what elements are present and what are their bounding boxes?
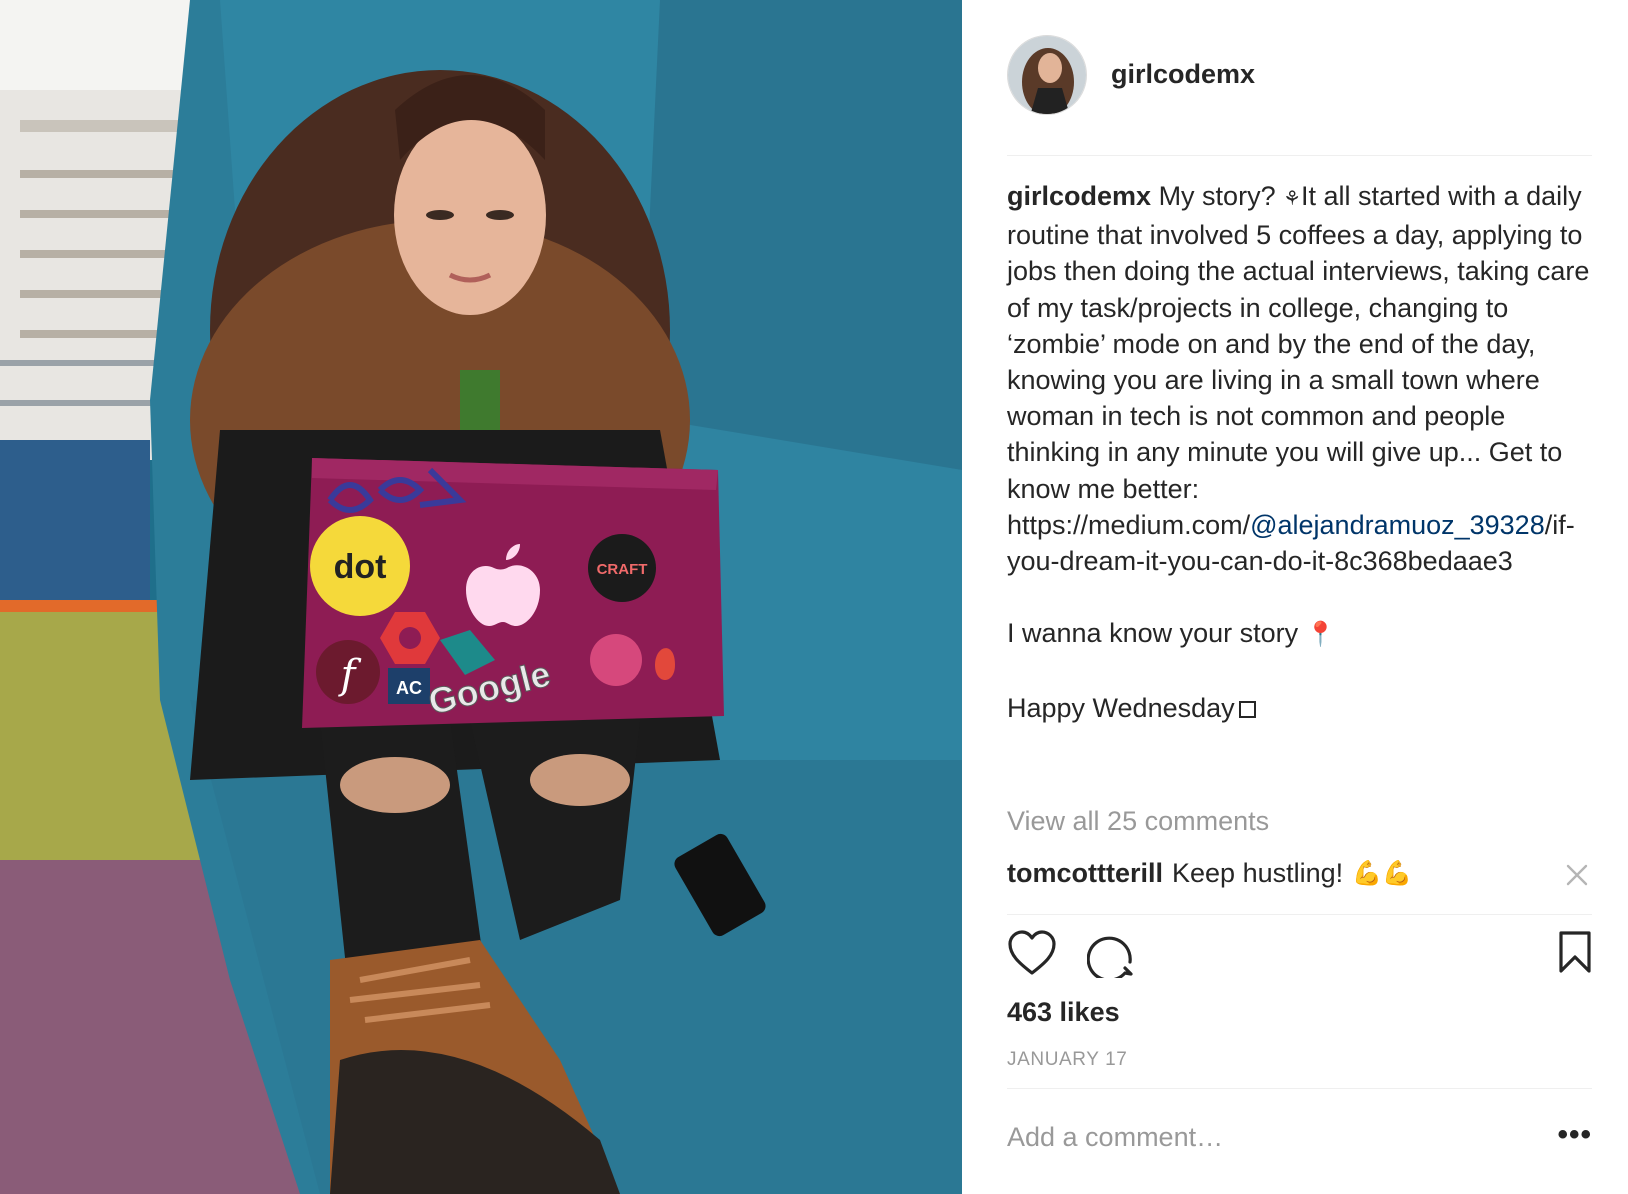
likes-count[interactable]: 463 likes <box>1007 997 1120 1028</box>
dot-sticker-label: dot <box>334 548 387 586</box>
comment-text: Keep hustling! <box>1172 858 1344 888</box>
view-all-comments-link[interactable]: View all 25 comments <box>1007 806 1269 837</box>
caption-intro-text: My story? <box>1158 181 1284 211</box>
caption-body: It all started with a daily routine that… <box>1007 181 1590 540</box>
caption-story-line: I wanna know your story 📍 <box>1007 615 1592 653</box>
heart-icon[interactable] <box>1007 930 1057 981</box>
comment-username[interactable]: tomcottterill <box>1007 858 1163 889</box>
profile-photo-icon <box>1008 35 1086 114</box>
comment: tomcottterill Keep hustling! 💪💪 <box>1007 858 1592 889</box>
medium-link-mention[interactable]: @alejandramuoz_39328 <box>1250 510 1545 540</box>
divider <box>1007 914 1592 915</box>
post-date[interactable]: JANUARY 17 <box>1007 1049 1127 1071</box>
divider <box>1007 1088 1592 1089</box>
missing-glyph-icon <box>1238 700 1256 718</box>
instagram-post: dot f AC Google CRAFT girlcodemx girlcod… <box>0 0 1628 1194</box>
bookmark-icon[interactable] <box>1558 930 1592 979</box>
add-comment-row: ••• <box>1007 1112 1592 1162</box>
post-header: girlcodemx <box>1007 34 1592 156</box>
close-icon[interactable] <box>1564 862 1590 888</box>
seedling-icon: ⚘ <box>1283 188 1302 210</box>
caption-username[interactable]: girlcodemx <box>1007 181 1151 211</box>
caption-happy-line: Happy Wednesday <box>1007 690 1592 726</box>
add-comment-input[interactable] <box>1007 1112 1527 1162</box>
avatar[interactable] <box>1007 34 1087 115</box>
comment-bubble-icon[interactable] <box>1086 930 1135 983</box>
post-sidebar: girlcodemx girlcodemx My story? ⚘It all … <box>962 0 1628 1194</box>
ac-sticker-label: AC <box>396 678 422 698</box>
flexed-biceps-icon: 💪💪 <box>1352 860 1412 887</box>
caption-happy-text: Happy Wednesday <box>1007 692 1235 723</box>
svg-text:CRAFT: CRAFT <box>597 561 648 578</box>
post-username[interactable]: girlcodemx <box>1111 59 1255 90</box>
pin-icon: 📍 <box>1305 621 1336 649</box>
action-bar <box>1007 930 1592 982</box>
post-photo[interactable]: dot f AC Google CRAFT <box>0 0 962 1194</box>
more-options-icon[interactable]: ••• <box>1557 1120 1592 1150</box>
caption-story-text: I wanna know your story <box>1007 618 1306 649</box>
post-caption: girlcodemx My story? ⚘It all started wit… <box>1007 178 1592 726</box>
photo-illustration: dot f AC Google CRAFT <box>0 0 962 1194</box>
